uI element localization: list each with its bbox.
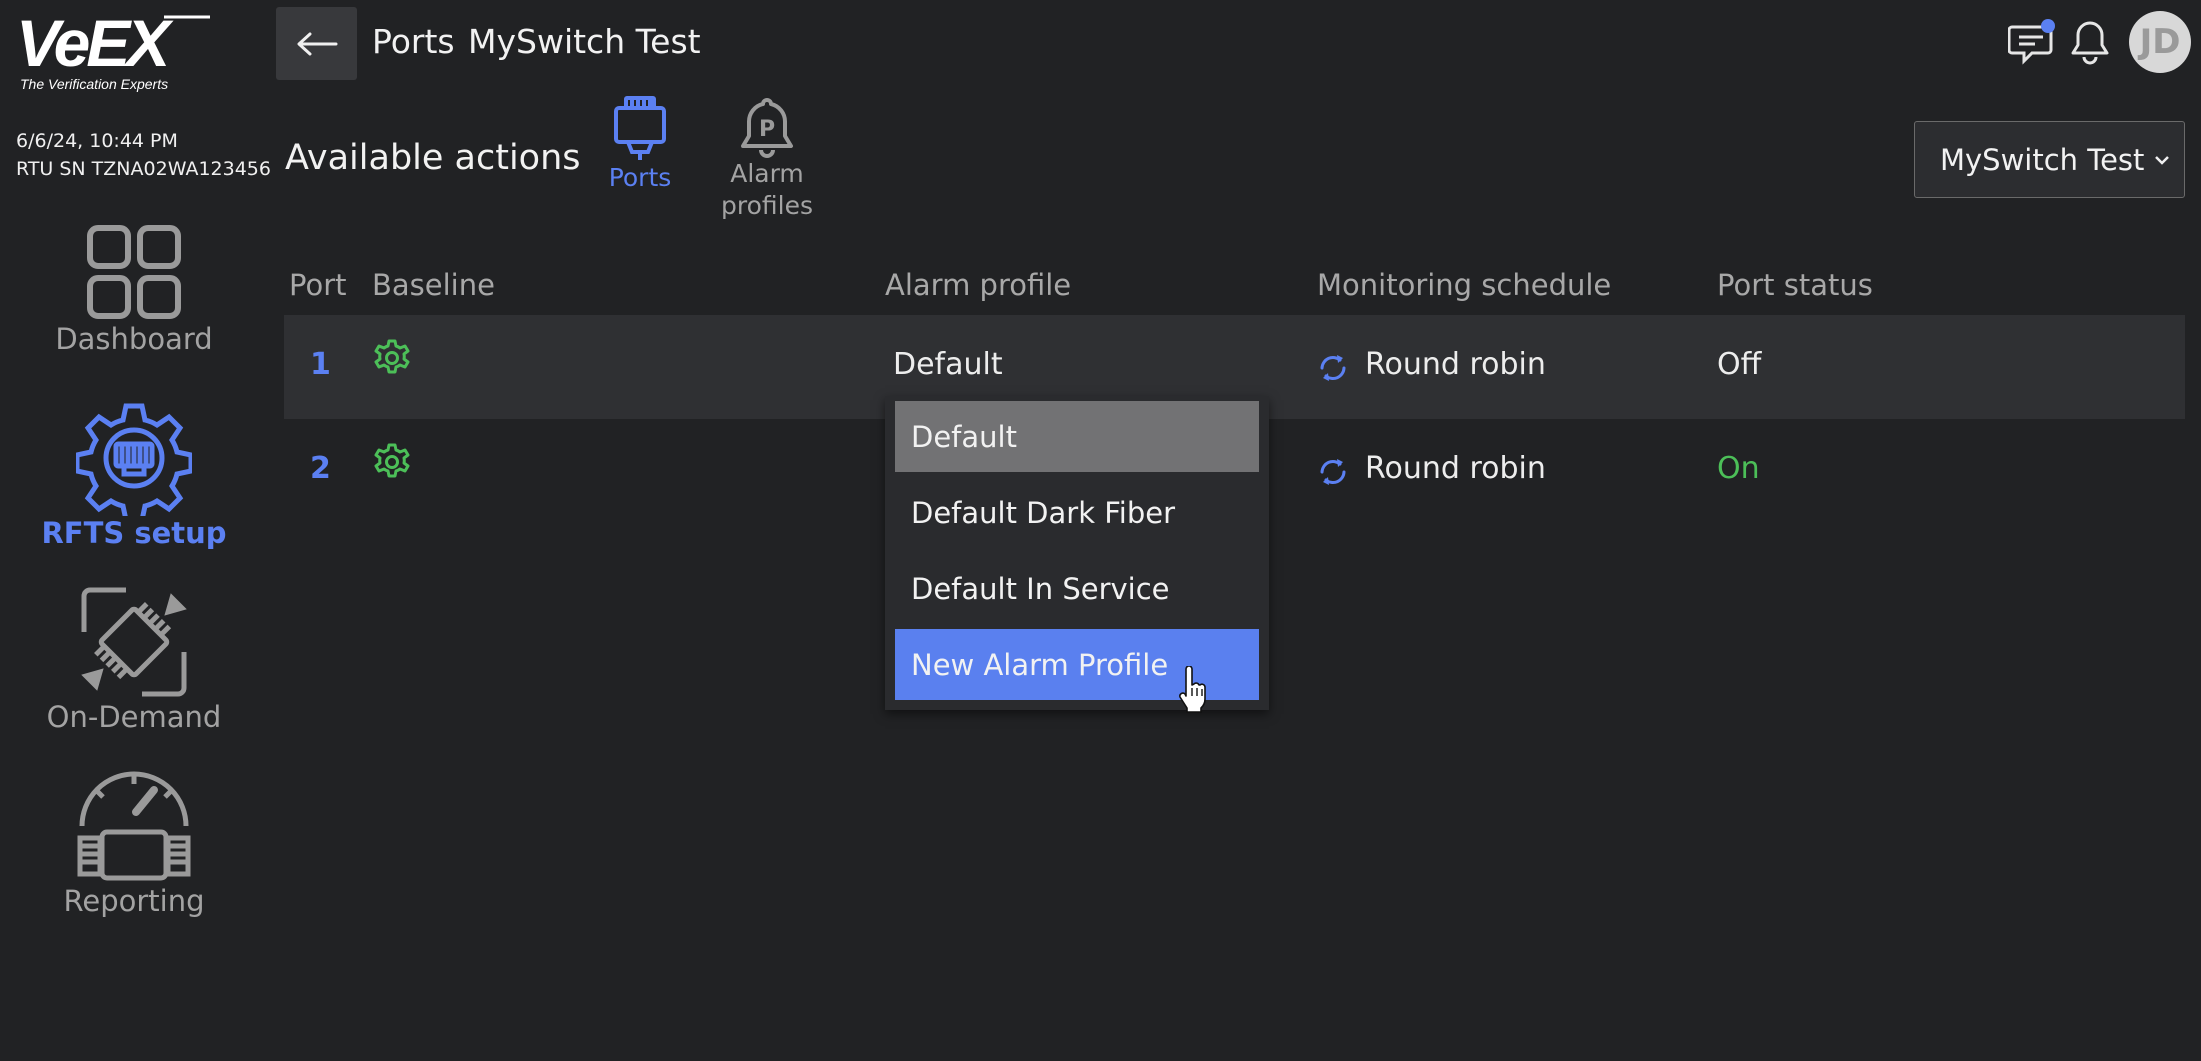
port-number: 1 xyxy=(310,347,331,382)
column-header-port-status: Port status xyxy=(1717,268,1873,302)
alarm-profile-select[interactable]: Default xyxy=(893,347,1003,382)
dropdown-option-default-in-service[interactable]: Default In Service xyxy=(895,553,1259,624)
veex-logo-mark: VeEX xyxy=(16,6,210,80)
veex-logo: VeEX The Verification Experts xyxy=(14,6,214,98)
sidebar-item-rfts-setup[interactable]: RFTS setup xyxy=(20,400,248,550)
available-actions-title: Available actions xyxy=(285,138,581,178)
tab-alarm-profiles-label-line1: Alarm xyxy=(730,159,804,188)
port-connector-icon xyxy=(614,96,666,160)
logo-tagline: The Verification Experts xyxy=(20,76,169,92)
port-status: Off xyxy=(1717,347,1762,382)
monitoring-schedule: Round robin xyxy=(1365,451,1546,486)
user-avatar[interactable]: JD xyxy=(2129,11,2191,73)
sidebar-item-label: Dashboard xyxy=(55,322,213,356)
sidebar-item-label: Reporting xyxy=(63,884,205,918)
notification-dot xyxy=(2041,19,2055,33)
sidebar-item-label: RFTS setup xyxy=(41,516,227,550)
dropdown-option-default[interactable]: Default xyxy=(895,401,1259,472)
round-robin-icon xyxy=(1320,459,1346,485)
back-button[interactable] xyxy=(276,7,357,80)
column-header-alarm-profile: Alarm profile xyxy=(885,268,1072,302)
monitoring-schedule: Round robin xyxy=(1365,347,1546,382)
sidebar-item-reporting[interactable]: Reporting xyxy=(20,768,248,918)
arrow-left-icon xyxy=(297,32,337,55)
device-datetime: 6/6/24, 10:44 PM xyxy=(16,130,178,152)
notifications-button[interactable] xyxy=(2068,17,2112,67)
dropdown-option-default-dark-fiber[interactable]: Default Dark Fiber xyxy=(895,477,1259,548)
chevron-down-icon xyxy=(2155,155,2170,165)
baseline-gear-icon[interactable] xyxy=(372,442,412,482)
sidebar-item-on-demand[interactable]: On-Demand xyxy=(20,584,248,734)
hand-pointer-cursor-icon xyxy=(1179,666,1206,713)
round-robin-icon xyxy=(1320,355,1346,381)
chat-icon xyxy=(2007,19,2055,65)
sidebar-item-label: On-Demand xyxy=(46,700,222,734)
tab-alarm-profiles-label-line2: profiles xyxy=(721,191,813,220)
dashboard-icon xyxy=(87,225,181,319)
page-subtitle: MySwitch Test xyxy=(468,22,701,61)
column-header-baseline: Baseline xyxy=(372,268,495,302)
port-status: On xyxy=(1717,451,1760,486)
svg-text:P: P xyxy=(759,117,775,142)
bell-icon xyxy=(2071,21,2109,65)
column-header-port: Port xyxy=(289,268,347,302)
rfts-setup-icon xyxy=(76,403,192,516)
tab-ports-label: Ports xyxy=(608,163,672,192)
tab-ports[interactable]: Ports xyxy=(600,96,680,194)
baseline-gear-icon[interactable] xyxy=(372,338,412,378)
switch-select[interactable]: MySwitch Test xyxy=(1914,121,2185,198)
port-number: 2 xyxy=(310,451,331,486)
alarm-profile-bell-icon: P xyxy=(741,98,793,158)
reporting-icon xyxy=(77,771,191,881)
sidebar-item-dashboard[interactable]: Dashboard xyxy=(20,222,248,356)
device-serial: RTU SN TZNA02WA123456 xyxy=(16,158,271,180)
alarm-profile-dropdown: Default Default Dark Fiber Default In Se… xyxy=(885,396,1269,710)
tab-alarm-profiles[interactable]: P Alarm profiles xyxy=(712,96,822,222)
page-title: Ports xyxy=(372,22,455,61)
column-header-monitoring-schedule: Monitoring schedule xyxy=(1317,268,1612,302)
on-demand-icon xyxy=(81,587,187,697)
switch-select-value: MySwitch Test xyxy=(1940,142,2145,177)
svg-text:VeEX: VeEX xyxy=(16,12,174,74)
messages-button[interactable] xyxy=(2007,17,2056,67)
